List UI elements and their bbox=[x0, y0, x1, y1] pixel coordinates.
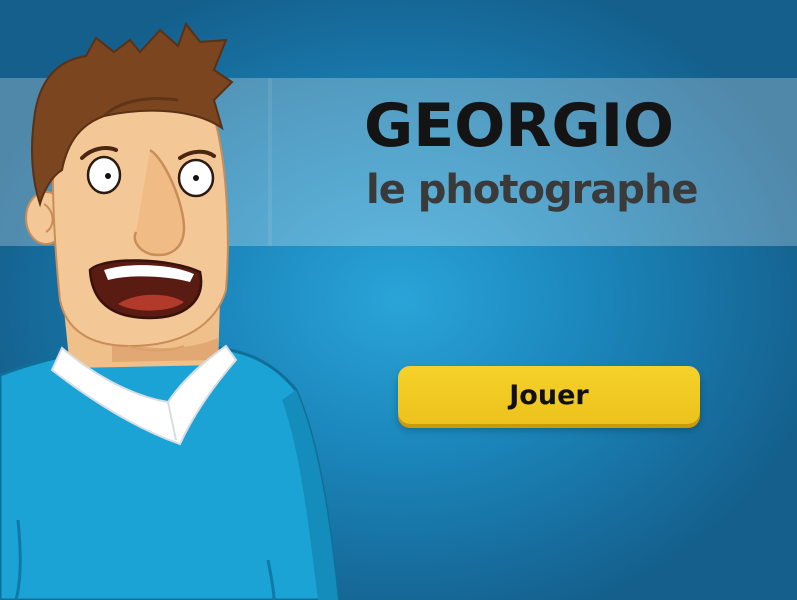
game-title-screen: GEORGIO le photographe Jouer bbox=[0, 0, 797, 600]
georgio-character-illustration bbox=[0, 21, 340, 600]
sweater bbox=[0, 343, 340, 600]
game-title: GEORGIO bbox=[364, 91, 675, 161]
left-eye bbox=[86, 155, 122, 195]
play-button[interactable]: Jouer bbox=[398, 366, 700, 424]
game-subtitle: le photographe bbox=[366, 167, 699, 213]
